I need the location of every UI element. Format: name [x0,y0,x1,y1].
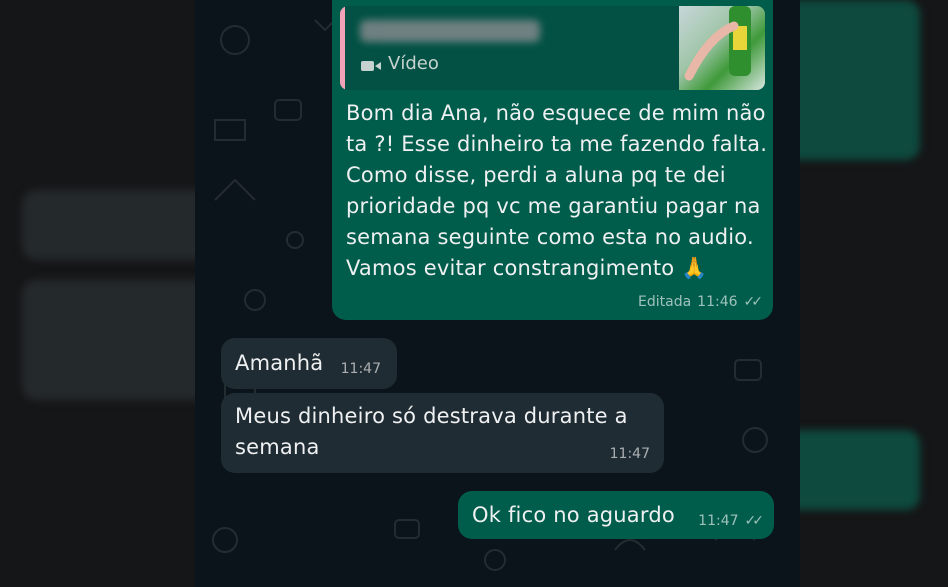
message-line: ta ?! Esse dinheiro ta me fazendo falta. [346,132,768,156]
quote-type-label: Vídeo [388,53,439,74]
message-line: Ok fico no aguardo [472,503,675,527]
chat-conversation[interactable]: Vídeo Bom dia Ana, não esquece de mim nã… [195,0,800,587]
double-check-icon: ✓✓ [743,294,764,310]
blurred-bubble [22,190,195,260]
message-line: Meus dinheiro só destrava durante a [235,404,628,428]
message-time: 11:47 [698,513,739,529]
message-meta: 11:47 [610,446,650,462]
message-meta: 11:47 ✓✓ [698,513,765,529]
video-icon [360,57,382,71]
incoming-message[interactable]: Meus dinheiro só destrava durante a sema… [221,393,664,473]
message-time: 11:47 [340,361,381,377]
message-line: semana [235,435,320,459]
reply-quote[interactable]: Vídeo [340,6,765,90]
video-thumbnail[interactable] [679,6,765,90]
blurred-bubble [800,430,920,510]
message-line: Amanhã [235,351,324,375]
message-time: 11:47 [609,446,650,462]
double-check-icon: ✓✓ [744,513,765,529]
message-line: Vamos evitar constrangimento 🙏 [346,256,708,280]
message-line: prioridade pq vc me garantiu pagar na [346,194,761,218]
message-time: 11:46 [697,294,738,310]
quote-type: Vídeo [360,53,439,74]
blurred-bubble [22,280,195,400]
quote-accent-bar [340,6,345,90]
message-line: semana seguinte como esta no audio. [346,225,754,249]
outgoing-message[interactable]: Vídeo Bom dia Ana, não esquece de mim nã… [332,0,773,320]
blurred-left-panel [0,0,195,587]
outgoing-message[interactable]: Ok fico no aguardo 11:47 ✓✓ [458,491,774,539]
incoming-message[interactable]: Amanhã 11:47 [221,338,397,389]
message-line: Bom dia Ana, não esquece de mim não [346,101,766,125]
message-line: Como disse, perdi a aluna pq te dei [346,163,726,187]
message-meta: 11:47 [341,361,381,377]
blurred-bubble [800,0,920,160]
message-meta: Editada 11:46 ✓✓ [638,294,764,310]
edited-label: Editada [638,294,692,310]
blurred-right-panel [800,0,948,587]
quote-sender-name-blurred [360,20,540,42]
